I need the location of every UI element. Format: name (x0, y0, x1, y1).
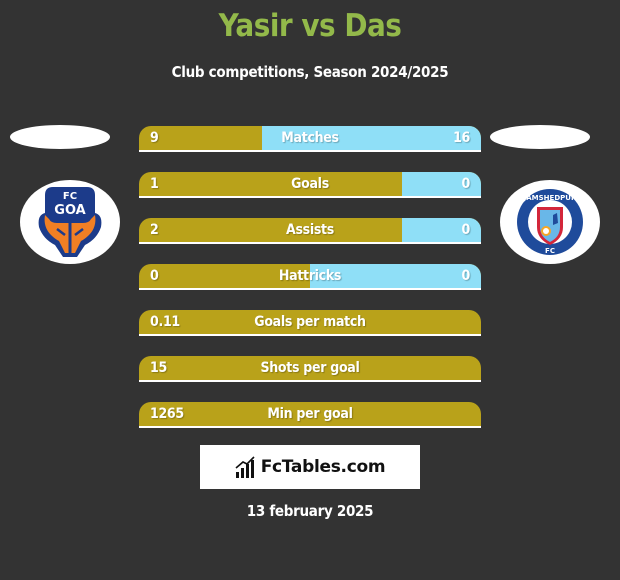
brand-name: FcTables.com (260, 457, 386, 477)
svg-text:FC: FC (63, 191, 77, 202)
stat-row-goals: 1 Goals 0 (139, 172, 481, 198)
stat-row-goals-per-match: 0.11 Goals per match (139, 310, 481, 336)
date-label: 13 february 2025 (246, 502, 374, 520)
page-subtitle: Club competitions, Season 2024/2025 (171, 63, 449, 81)
stat-label: Matches (281, 130, 339, 146)
right-player-placeholder (490, 125, 590, 149)
stat-row-matches: 9 Matches 16 (139, 126, 481, 152)
right-value: 16 (453, 130, 470, 146)
jamshedpur-crest-icon: JAMSHEDPUR FC (517, 189, 583, 255)
stat-label: Hattricks (278, 268, 342, 284)
stat-label: Assists (286, 222, 334, 238)
right-value: 0 (461, 222, 471, 238)
svg-text:GOA: GOA (54, 203, 85, 218)
left-player-placeholder (10, 125, 110, 149)
bar-chart-icon (235, 456, 255, 478)
stat-label: Goals per match (254, 314, 366, 330)
jamshedpur-fc-logo[interactable]: JAMSHEDPUR FC (500, 180, 600, 264)
stat-label: Shots per goal (260, 360, 360, 376)
page-title: Yasir vs Das (218, 8, 402, 44)
stat-row-min-per-goal: 1265 Min per goal (139, 402, 481, 428)
svg-text:JAMSHEDPUR: JAMSHEDPUR (523, 194, 577, 202)
fc-goa-crest-icon: FC GOA (38, 187, 102, 257)
stat-row-assists: 2 Assists 0 (139, 218, 481, 244)
right-value: 0 (461, 176, 471, 192)
fc-goa-logo[interactable]: FC GOA (20, 180, 120, 264)
right-value: 0 (461, 268, 471, 284)
fctables-brand[interactable]: FcTables.com (200, 445, 420, 489)
stat-label: Goals (291, 176, 329, 192)
stat-row-hattricks: 0 Hattricks 0 (139, 264, 481, 290)
stat-row-shots-per-goal: 15 Shots per goal (139, 356, 481, 382)
svg-text:FC: FC (545, 247, 555, 255)
stat-label: Min per goal (267, 406, 353, 422)
